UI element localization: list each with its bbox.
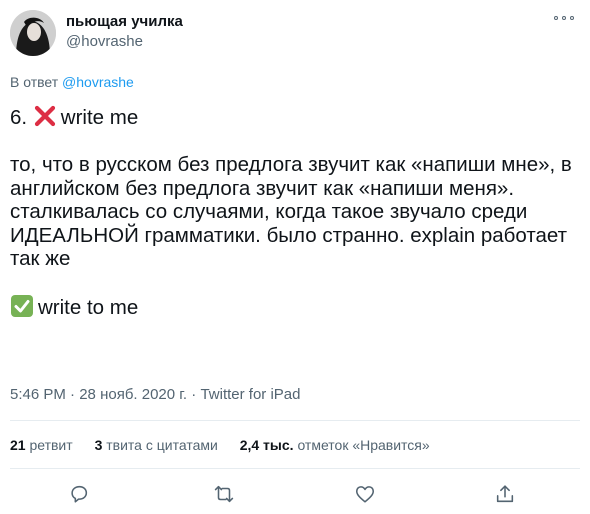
quote-stat[interactable]: 3 твита с цитатами — [95, 437, 218, 453]
red-cross-icon — [34, 105, 55, 127]
reply-prefix: В ответ — [10, 74, 59, 90]
avatar[interactable] — [10, 10, 56, 56]
retweet-stat[interactable]: 21 ретвит — [10, 437, 73, 453]
user-handle[interactable]: @hovrashe — [66, 33, 143, 50]
meta-separator: · — [187, 386, 201, 403]
divider — [10, 420, 580, 421]
quote-label: твита с цитатами — [106, 437, 218, 453]
tweet-line-1: 6. write me — [10, 104, 576, 130]
reply-handle-link[interactable]: @hovrashe — [62, 74, 134, 90]
quote-count: 3 — [94, 437, 103, 453]
meta-separator: · — [65, 386, 80, 403]
tweet-time[interactable]: 5:46 PM — [10, 386, 66, 403]
retweet-icon[interactable] — [213, 483, 235, 505]
divider — [10, 468, 580, 469]
reply-icon[interactable] — [68, 483, 90, 505]
share-icon[interactable] — [494, 483, 516, 505]
tweet-line-1-number: 6. — [10, 106, 33, 129]
engagement-stats: 21 ретвит 3 твита с цитатами 2,4 тыс. от… — [10, 437, 448, 453]
more-options-icon[interactable] — [553, 12, 577, 24]
tweet-paragraph: то, что в русском без предлога звучит ка… — [10, 153, 572, 270]
green-check-icon — [11, 295, 33, 317]
like-stat[interactable]: 2,4 тыс. отметок «Нравится» — [240, 437, 430, 453]
reply-context: В ответ @hovrashe — [10, 74, 134, 90]
tweet-line-3-text: write to me — [38, 296, 139, 319]
tweet-line-1-text: write me — [60, 106, 139, 129]
tweet-line-3: write to me — [10, 294, 576, 320]
like-count: 2,4 тыс. — [239, 437, 294, 453]
tweet-source[interactable]: Twitter for iPad — [200, 386, 300, 403]
like-label: отметок «Нравится» — [297, 437, 430, 453]
tweet-metadata: 5:46 PM · 28 нояб. 2020 г. · Twitter for… — [10, 386, 300, 403]
tweet-date[interactable]: 28 нояб. 2020 г. — [79, 386, 187, 403]
retweet-label: ретвит — [29, 437, 73, 453]
like-icon[interactable] — [354, 483, 376, 505]
retweet-count: 21 — [10, 437, 26, 453]
tweet-body: 6. write me то, что в русском без предло… — [10, 104, 576, 320]
display-name[interactable]: пьющая училка — [66, 13, 183, 30]
avatar-photo — [10, 10, 56, 56]
